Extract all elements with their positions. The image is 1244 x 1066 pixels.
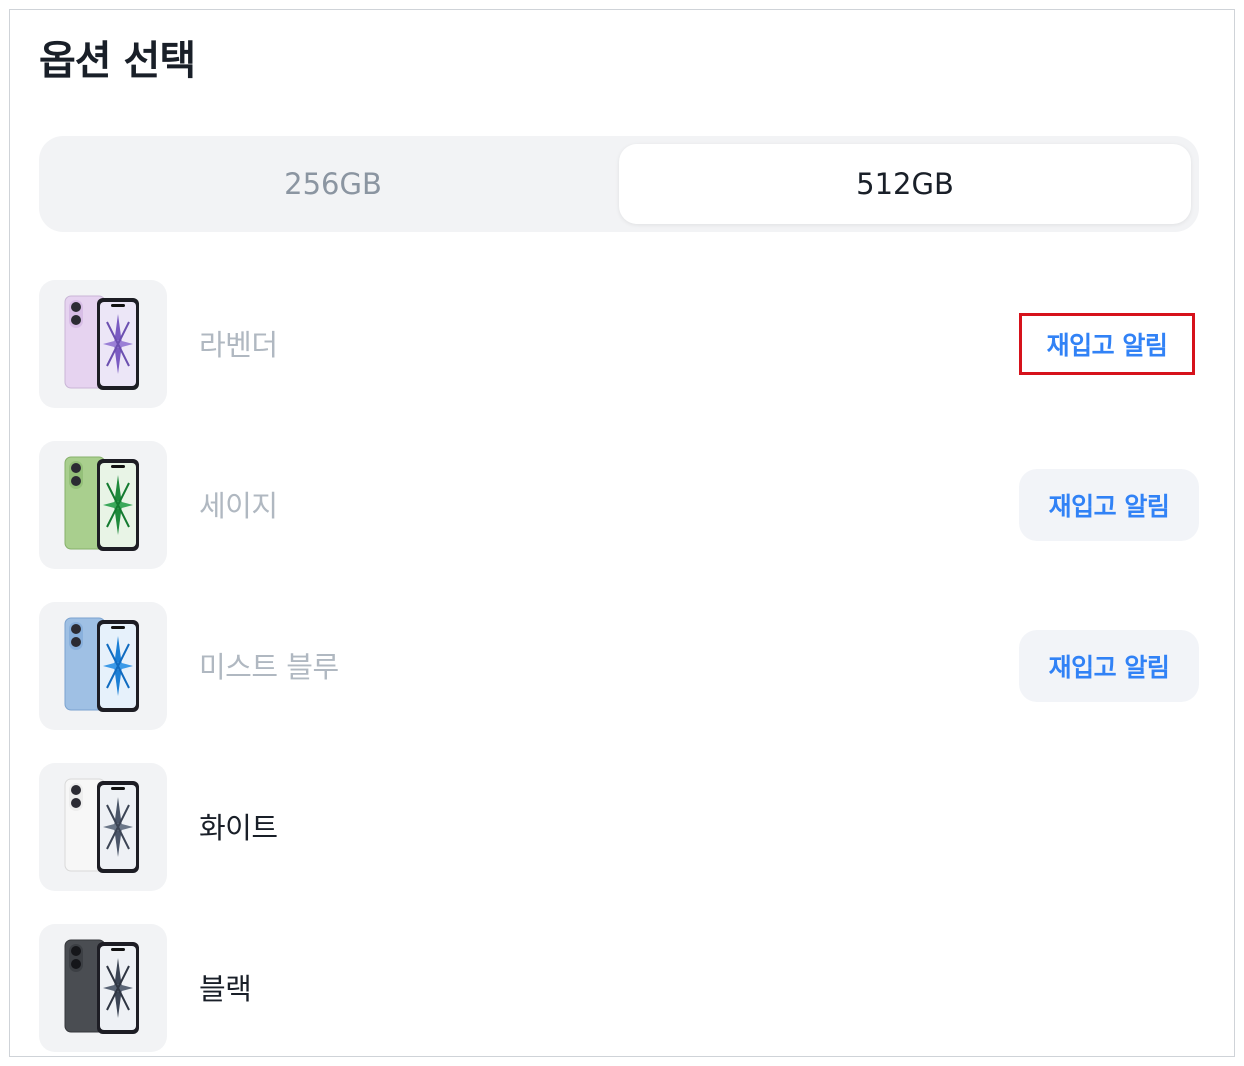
storage-option-256gb[interactable]: 256GB — [47, 144, 619, 224]
product-thumbnail — [39, 763, 167, 891]
color-name: 라벤더 — [199, 328, 278, 362]
phone-sage-icon — [64, 456, 139, 551]
phone-mist-blue-icon — [64, 617, 139, 712]
phone-lavender-icon — [64, 295, 139, 390]
restock-alert-button[interactable]: 재입고 알림 — [1019, 313, 1195, 375]
color-option-black[interactable]: 블랙 — [39, 924, 1199, 1052]
color-option-lavender[interactable]: 라벤더 재입고 알림 — [39, 280, 1199, 408]
color-option-mist-blue[interactable]: 미스트 블루 재입고 알림 — [39, 602, 1199, 730]
product-thumbnail — [39, 602, 167, 730]
phone-black-icon — [64, 939, 139, 1034]
option-select-panel: 옵션 선택 256GB 512GB 라벤더 재입고 알림 세이지 재입고 알림 … — [9, 9, 1235, 1057]
color-option-sage[interactable]: 세이지 재입고 알림 — [39, 441, 1199, 569]
restock-alert-button[interactable]: 재입고 알림 — [1019, 469, 1199, 541]
phone-white-icon — [64, 778, 139, 873]
product-thumbnail — [39, 441, 167, 569]
product-thumbnail — [39, 924, 167, 1052]
storage-option-512gb[interactable]: 512GB — [619, 144, 1191, 224]
restock-alert-button[interactable]: 재입고 알림 — [1019, 630, 1199, 702]
page-title: 옵션 선택 — [39, 38, 196, 84]
storage-segmented-control: 256GB 512GB — [39, 136, 1199, 232]
color-name: 블랙 — [199, 972, 252, 1006]
color-option-white[interactable]: 화이트 — [39, 763, 1199, 891]
color-name: 화이트 — [199, 811, 278, 845]
color-name: 세이지 — [199, 489, 278, 523]
product-thumbnail — [39, 280, 167, 408]
color-name: 미스트 블루 — [199, 650, 339, 684]
